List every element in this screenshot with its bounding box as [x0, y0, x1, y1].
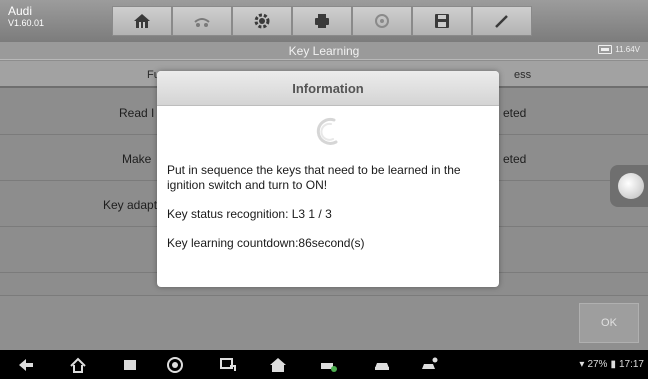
recent-apps-button[interactable] [120, 355, 140, 375]
house-icon [70, 357, 86, 373]
help-button[interactable] [352, 6, 412, 36]
dialog-header: Information [157, 71, 499, 106]
help-icon [375, 14, 389, 28]
home-nav-button[interactable] [68, 355, 88, 375]
information-dialog: Information Put in sequence the keys tha… [157, 71, 499, 287]
edit-icon [495, 15, 508, 28]
floating-assistive-button[interactable] [610, 165, 648, 207]
row-status: eted [503, 106, 527, 120]
remote-support-button[interactable] [218, 355, 238, 375]
print-button[interactable] [292, 6, 352, 36]
ok-button[interactable]: OK [579, 303, 639, 343]
row-function: Key adapt [103, 198, 158, 212]
screen-title-bar: Key Learning 11.64V [0, 42, 648, 60]
row-status: eted [503, 152, 527, 166]
battery-percent: 27% [587, 359, 608, 370]
edit-button[interactable] [472, 6, 532, 36]
browser-button[interactable] [165, 355, 185, 375]
home-garage-icon [270, 358, 286, 372]
vehicle-battery: 11.64V [598, 45, 640, 54]
battery-icon: ▮ [610, 359, 616, 370]
vehicle-battery-icon [321, 363, 337, 372]
chrome-icon [167, 357, 183, 373]
system-navigation-bar: ▾ 27% ▮ 17:17 [0, 350, 648, 379]
vehicle-info: Audi V1.60.01 [8, 5, 44, 29]
home-button[interactable] [112, 6, 172, 36]
vehicle-button[interactable] [372, 355, 392, 375]
back-button[interactable] [16, 355, 36, 375]
countdown-text: Key learning countdown:86second(s) [167, 236, 365, 250]
diagnostics-home-button[interactable] [268, 355, 288, 375]
save-icon [435, 14, 449, 28]
dialog-message: Put in sequence the keys that need to be… [167, 163, 461, 192]
wifi-icon: ▾ [579, 359, 585, 370]
software-version: V1.60.01 [8, 18, 45, 28]
vehicle-battery-voltage: 11.64V [615, 45, 640, 54]
car-person-icon [422, 357, 438, 369]
column-header-status: ess [514, 69, 532, 81]
floating-circle-icon [618, 173, 644, 199]
recent-apps-icon [124, 360, 136, 370]
system-status: ▾ 27% ▮ 17:17 [579, 359, 644, 370]
vehicle-user-button[interactable] [420, 355, 440, 375]
car-icon [375, 363, 389, 370]
vehicle-fuel-button[interactable] [318, 355, 338, 375]
home-icon [134, 14, 150, 28]
dialog-title: Information [292, 81, 364, 96]
page-title: Key Learning [288, 44, 360, 58]
loading-spinner-icon [316, 117, 338, 145]
vehicle-swap-icon [194, 18, 210, 27]
remote-connect-icon [220, 358, 236, 371]
vehicle-make: Audi [8, 4, 33, 18]
settings-gear-icon [254, 13, 270, 29]
print-icon [315, 14, 329, 28]
row-function: Read I [119, 106, 155, 120]
key-status-text: Key status recognition: L3 1 / 3 [167, 207, 332, 221]
row-function: Make [122, 152, 152, 166]
clock: 17:17 [618, 359, 644, 370]
top-toolbar: Audi V1.60.01 [0, 0, 648, 42]
vehicle-battery-icon [598, 45, 613, 54]
dialog-body: Put in sequence the keys that need to be… [167, 163, 495, 265]
settings-button[interactable] [232, 6, 292, 36]
vehicle-swap-button[interactable] [172, 6, 232, 36]
bottom-button-area [0, 295, 648, 350]
back-arrow-icon [19, 359, 33, 371]
save-button[interactable] [412, 6, 472, 36]
